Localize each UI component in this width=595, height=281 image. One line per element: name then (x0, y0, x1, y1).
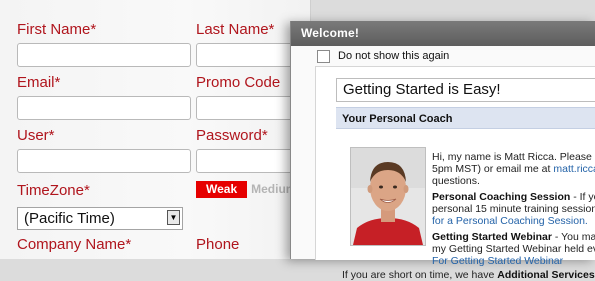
coaching-session-link[interactable]: for a Personal Coaching Session. (432, 216, 588, 227)
dialog-content: Getting Started is Easy! Your Personal C… (315, 66, 595, 281)
chevron-down-icon[interactable]: ▼ (167, 210, 180, 225)
coach-photo (350, 147, 426, 246)
timezone-select[interactable]: (Pacific Time) ▼ (17, 207, 183, 230)
coach-portrait-image (351, 148, 425, 245)
welcome-dialog: Welcome! Do not show this again Getting … (290, 21, 595, 281)
company-name-label: Company Name* (17, 236, 132, 253)
coaching-title: Personal Coaching Session (432, 191, 571, 203)
getting-started-heading: Getting Started is Easy! (336, 78, 595, 102)
promo-code-label: Promo Code (196, 74, 281, 91)
first-name-field[interactable] (17, 43, 191, 67)
registration-form: First Name* Last Name* Email* Promo Code… (0, 0, 370, 259)
webinar-title: Getting Started Webinar (432, 231, 552, 243)
phone-label: Phone (196, 236, 240, 253)
user-label: User* (17, 127, 55, 144)
additional-services: Additional Services (497, 269, 595, 281)
user-field[interactable] (17, 149, 191, 173)
webinar-line-2: my Getting Started Webinar held ev (432, 243, 595, 255)
intro-line-2-text: 5pm MST) or email me at (432, 163, 554, 175)
webinar-rest: - You ma (552, 231, 595, 243)
intro-line-1: Hi, my name is Matt Ricca. Please ca (432, 151, 595, 163)
password-label: Password* (196, 127, 268, 144)
email-field[interactable] (17, 96, 191, 120)
last-name-label: Last Name* (196, 21, 275, 38)
first-name-label: First Name* (17, 21, 97, 38)
webinar-line-1: Getting Started Webinar - You ma (432, 232, 595, 243)
coach-section-header: Your Personal Coach (336, 107, 595, 129)
dont-show-again-checkbox[interactable] (317, 50, 330, 63)
password-strength-meter: Weak Medium (196, 181, 300, 198)
coaching-line-2: personal 15 minute training session (432, 203, 595, 215)
dialog-title[interactable]: Welcome! (291, 21, 595, 46)
short-on-time-line: If you are short on time, we have Additi… (342, 270, 595, 281)
webinar-link[interactable]: For Getting Started Webinar (432, 256, 563, 267)
coaching-rest: - If you (573, 191, 595, 203)
timezone-value: (Pacific Time) (24, 210, 115, 227)
email-label: Email* (17, 74, 61, 91)
coaching-line-1: Personal Coaching Session - If you (432, 192, 595, 203)
intro-line-2: 5pm MST) or email me at matt.ricca (432, 164, 595, 175)
short-on-time-text: If you are short on time, we have (342, 269, 498, 281)
strength-weak: Weak (196, 181, 248, 198)
timezone-label: TimeZone* (17, 182, 90, 199)
coach-email-link[interactable]: matt.ricca (553, 163, 595, 175)
intro-line-3: questions. (432, 175, 480, 187)
dont-show-again-label[interactable]: Do not show this again (338, 50, 449, 62)
